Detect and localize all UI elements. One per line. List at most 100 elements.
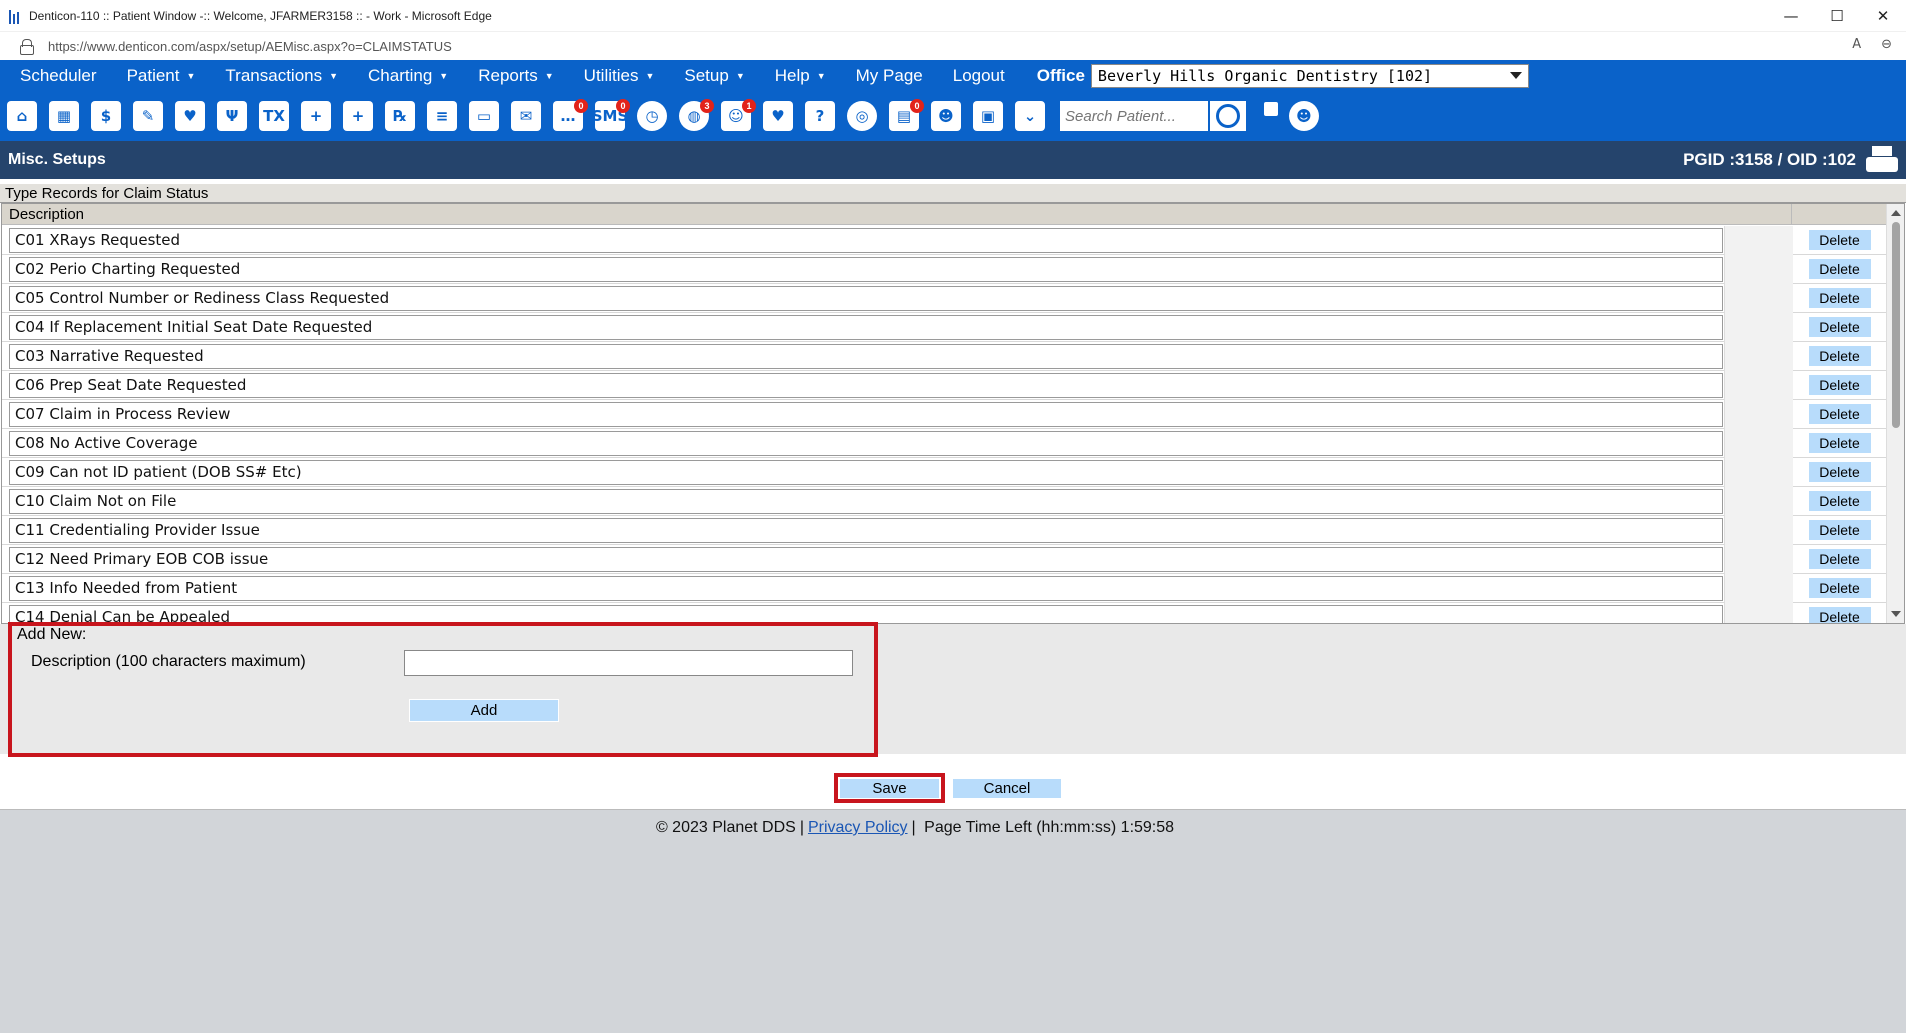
notes-icon[interactable]: ≡ bbox=[424, 97, 460, 135]
delete-button[interactable]: Delete bbox=[1808, 462, 1871, 482]
calendar-icon-glyph: ▦ bbox=[49, 101, 79, 131]
forms-icon[interactable]: ▤ 0 bbox=[886, 97, 924, 135]
save-button[interactable]: Save bbox=[840, 779, 939, 798]
nav-item-patient[interactable]: Patient ▼ bbox=[117, 66, 206, 86]
tooth-icon[interactable]: ♥ bbox=[172, 97, 208, 135]
messages-icon[interactable]: … 0 bbox=[550, 97, 588, 135]
print-icon[interactable] bbox=[1866, 146, 1900, 174]
patient-search-input[interactable] bbox=[1065, 107, 1208, 125]
row-description-input[interactable]: C09 Can not ID patient (DOB SS# Etc) bbox=[9, 459, 1723, 485]
caret-down-icon: ▼ bbox=[329, 70, 339, 81]
nav-item-scheduler[interactable]: Scheduler bbox=[10, 66, 107, 86]
help-tooth-icon[interactable]: ? bbox=[802, 97, 838, 135]
tooth-chart-icon[interactable]: ♥ bbox=[760, 97, 796, 135]
row-description-input[interactable]: C02 Perio Charting Requested bbox=[9, 256, 1723, 282]
zoom-icon[interactable]: ⊖ bbox=[1881, 37, 1892, 52]
delete-button[interactable]: Delete bbox=[1808, 317, 1871, 337]
row-description-input[interactable]: C05 Control Number or Rediness Class Req… bbox=[9, 285, 1723, 311]
prescription-icon[interactable]: ℞ bbox=[382, 97, 418, 135]
delete-button[interactable]: Delete bbox=[1808, 578, 1871, 598]
calendar-icon[interactable]: ▦ bbox=[46, 97, 82, 135]
office-select[interactable]: Beverly Hills Organic Dentistry [102] bbox=[1090, 63, 1529, 88]
caret-down-icon: ▼ bbox=[816, 70, 826, 81]
read-aloud-icon[interactable]: A bbox=[1852, 37, 1861, 52]
scroll-down-icon[interactable] bbox=[1891, 611, 1901, 617]
nav-item-setup[interactable]: Setup ▼ bbox=[674, 66, 754, 86]
patient-search-box[interactable] bbox=[1060, 101, 1208, 131]
add-patient-icon-glyph: + bbox=[301, 101, 331, 131]
document-icon[interactable]: ▭ bbox=[466, 97, 502, 135]
scroll-thumb[interactable] bbox=[1892, 222, 1900, 428]
document-icon-glyph: ▭ bbox=[469, 101, 499, 131]
treatment-plan-icon[interactable]: TX bbox=[256, 97, 292, 135]
delete-button[interactable]: Delete bbox=[1808, 433, 1871, 453]
nav-item-label: Help bbox=[774, 65, 810, 85]
mail-icon[interactable]: ✉ bbox=[508, 97, 544, 135]
people-search-icon[interactable]: ☻ bbox=[1286, 97, 1322, 135]
delete-button[interactable]: Delete bbox=[1808, 230, 1871, 250]
row-description-input[interactable]: C10 Claim Not on File bbox=[9, 488, 1723, 514]
recall-icon[interactable]: ☺ 1 bbox=[718, 97, 756, 135]
row-spacer bbox=[1724, 312, 1793, 342]
delete-button[interactable]: Delete bbox=[1808, 404, 1871, 424]
edit-chart-icon[interactable]: ✎ bbox=[130, 97, 166, 135]
scroll-up-icon[interactable] bbox=[1891, 210, 1901, 216]
cancel-button[interactable]: Cancel bbox=[953, 779, 1061, 798]
delete-button[interactable]: Delete bbox=[1808, 346, 1871, 366]
search-option-checkbox[interactable] bbox=[1264, 102, 1278, 116]
nav-item-charting[interactable]: Charting ▼ bbox=[358, 66, 458, 86]
notification-badge: 0 bbox=[574, 99, 588, 113]
nav-item-my-page[interactable]: My Page bbox=[846, 66, 933, 86]
delete-button[interactable]: Delete bbox=[1808, 520, 1871, 540]
delete-cell: Delete bbox=[1793, 371, 1886, 400]
dollar-icon[interactable]: $ bbox=[88, 97, 124, 135]
delete-button[interactable]: Delete bbox=[1808, 288, 1871, 308]
delete-button[interactable]: Delete bbox=[1808, 375, 1871, 395]
add-patient-icon[interactable]: + bbox=[298, 97, 334, 135]
collapse-icon[interactable]: ⌄ bbox=[1012, 97, 1048, 135]
page-title: Misc. Setups bbox=[8, 151, 106, 168]
maximize-button[interactable]: ☐ bbox=[1814, 0, 1860, 32]
row-description-input[interactable]: C13 Info Needed from Patient bbox=[9, 575, 1723, 601]
address-bar[interactable]: https://www.denticon.com/aspx/setup/AEMi… bbox=[0, 32, 1906, 60]
sms-icon[interactable]: SMS 0 bbox=[592, 97, 630, 135]
notification-badge: 3 bbox=[700, 99, 714, 113]
url-text[interactable]: https://www.denticon.com/aspx/setup/AEMi… bbox=[48, 39, 452, 54]
row-description-input[interactable]: C08 No Active Coverage bbox=[9, 430, 1723, 456]
minimize-button[interactable]: — bbox=[1768, 0, 1814, 32]
nav-item-utilities[interactable]: Utilities ▼ bbox=[574, 66, 665, 86]
row-description-input[interactable]: C06 Prep Seat Date Requested bbox=[9, 372, 1723, 398]
family-add-icon[interactable]: + bbox=[340, 97, 376, 135]
row-description-input[interactable]: C11 Credentialing Provider Issue bbox=[9, 517, 1723, 543]
delete-button[interactable]: Delete bbox=[1808, 491, 1871, 511]
home-icon[interactable]: ⌂ bbox=[4, 97, 40, 135]
footer-text: © 2023 Planet DDS | Privacy Policy | Page T… bbox=[655, 819, 1175, 836]
delete-button[interactable]: Delete bbox=[1808, 549, 1871, 569]
row-description-input[interactable]: C07 Claim in Process Review bbox=[9, 401, 1723, 427]
globe-alerts-icon[interactable]: ◍ 3 bbox=[676, 97, 714, 135]
nav-item-reports[interactable]: Reports ▼ bbox=[468, 66, 563, 86]
row-description-input[interactable]: C01 XRays Requested bbox=[9, 227, 1723, 253]
office-selected-value: Beverly Hills Organic Dentistry [102] bbox=[1097, 66, 1433, 85]
row-description-input[interactable]: C04 If Replacement Initial Seat Date Req… bbox=[9, 314, 1723, 340]
nav-item-logout[interactable]: Logout bbox=[943, 66, 1015, 86]
tooth-roots-icon[interactable]: Ψ bbox=[214, 97, 250, 135]
table-scrollbar[interactable] bbox=[1886, 204, 1904, 623]
row-description-input[interactable]: C03 Narrative Requested bbox=[9, 343, 1723, 369]
nav-item-help[interactable]: Help ▼ bbox=[765, 66, 836, 86]
privacy-policy-link[interactable]: Privacy Policy bbox=[808, 819, 908, 836]
add-button[interactable]: Add bbox=[409, 699, 559, 722]
delete-button[interactable]: Delete bbox=[1808, 259, 1871, 279]
printer-icon[interactable]: ▣ bbox=[970, 97, 1006, 135]
row-spacer bbox=[1724, 370, 1793, 400]
nav-item-transactions[interactable]: Transactions ▼ bbox=[215, 66, 348, 86]
table-row: C13 Info Needed from Patient Delete bbox=[2, 573, 1886, 603]
delete-button[interactable]: Delete bbox=[1808, 607, 1871, 623]
close-window-button[interactable]: ✕ bbox=[1860, 0, 1906, 32]
patient-search-button[interactable] bbox=[1208, 99, 1248, 133]
web-icon[interactable]: ◎ bbox=[844, 97, 880, 135]
group-icon[interactable]: ☻ bbox=[928, 97, 964, 135]
row-description-input[interactable]: C12 Need Primary EOB COB issue bbox=[9, 546, 1723, 572]
clock-icon[interactable]: ◷ bbox=[634, 97, 670, 135]
description-input[interactable] bbox=[404, 650, 853, 676]
